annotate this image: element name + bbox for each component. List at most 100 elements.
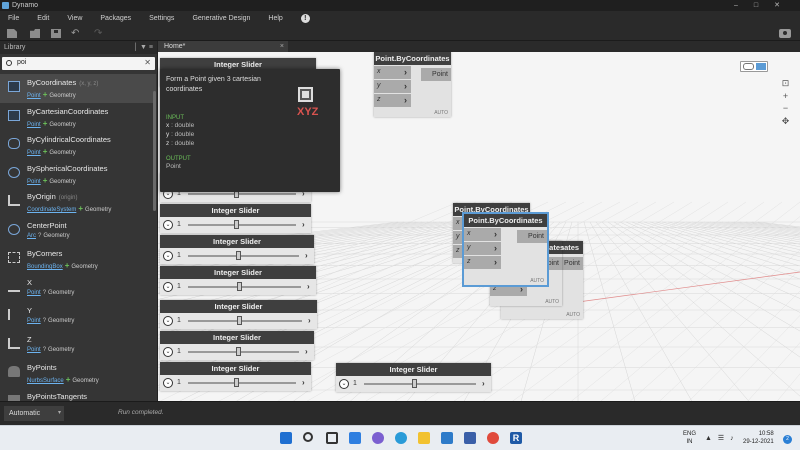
library-item[interactable]: ByCoordinates (x, y, z) Point + Geometry [0,74,156,103]
store-icon[interactable] [464,432,476,444]
expand-slider-button[interactable]: ⌄ [163,378,173,388]
slider-thumb[interactable] [235,251,241,260]
output-port-point[interactable]: Point [421,68,451,81]
expand-slider-button[interactable]: ⌄ [163,220,173,230]
library-item-input-type[interactable]: NurbsSurface [27,378,64,384]
expand-slider-button[interactable]: ⌄ [163,282,173,292]
output-port-chevron[interactable]: › [308,316,316,326]
slider-track[interactable] [188,382,296,384]
library-item[interactable]: ByPoints NurbsSurface + Geometry [0,359,156,388]
notification-badge[interactable]: 2 [783,435,792,444]
close-tab-icon[interactable]: × [280,41,284,52]
input-port-y[interactable]: y› [374,80,451,93]
library-item-input-type[interactable]: Point [27,318,41,324]
windows-start-icon[interactable] [280,432,292,444]
search-icon[interactable] [303,432,313,442]
mail-icon[interactable] [441,432,453,444]
integer-slider-node[interactable]: Integer Slider ⌄ 1 › [160,331,314,360]
output-port-chevron[interactable]: › [305,251,313,261]
library-item[interactable]: Y Point? Geometry [0,302,156,331]
menu-settings[interactable]: Settings [149,15,174,22]
pan-icon[interactable]: ✥ [780,116,791,127]
library-item-input-type[interactable]: Point [27,150,41,156]
open-file-icon[interactable] [30,29,40,38]
library-item-input-type[interactable]: Point [27,122,41,128]
clear-search-icon[interactable]: ✕ [144,58,151,67]
library-item[interactable]: ByCartesianCoordinates Point + Geometry [0,103,156,132]
output-port-chevron[interactable]: › [307,282,315,292]
expand-slider-button[interactable]: ⌄ [339,379,349,389]
tab-home[interactable]: Home* × [158,41,288,52]
library-search[interactable]: poi ✕ [2,57,155,70]
chat-icon[interactable] [372,432,384,444]
slider-track[interactable] [188,224,296,226]
library-item-input-type[interactable]: Point [27,93,41,99]
redo-icon[interactable]: ↷ [94,29,104,39]
run-mode-dropdown[interactable]: Automatic ▾ [4,406,64,421]
view-toggle-buttons[interactable] [740,61,768,72]
library-item[interactable]: ByOrigin (origin) CoordinateSystem + Geometr… [0,188,156,217]
integer-slider-node[interactable]: Integer Slider ⌄ 1 › [160,300,317,329]
library-item-input-type[interactable]: Point [27,347,41,353]
clock[interactable]: 10:58 29-12-2021 [743,430,774,446]
menu-help[interactable]: Help [268,15,282,22]
system-tray-icons[interactable]: ▲ ☰ ♪ [705,434,736,442]
screenshot-camera-icon[interactable] [779,29,791,38]
output-port-chevron[interactable]: › [302,378,310,388]
slider-track[interactable] [188,320,302,322]
zoom-to-fit-icon[interactable]: ⊡ [780,78,791,89]
library-item[interactable]: ByCorners BoundingBox + Geometry [0,245,156,274]
window-controls[interactable]: –□✕ [734,0,796,11]
menu-edit[interactable]: Edit [37,15,49,22]
library-item-input-type[interactable]: BoundingBox [27,264,63,270]
point-by-coordinates-node[interactable]: Point.ByCoordinatesx›y›z›PointAUTO [462,212,549,287]
integer-slider-node[interactable]: Integer Slider ⌄ 1 › [160,235,314,264]
integer-slider-node[interactable]: Integer Slider ⌄ 1 › [160,204,311,233]
input-port-z[interactable]: z› [374,94,451,107]
file-explorer-icon[interactable] [418,432,430,444]
slider-thumb[interactable] [234,220,240,229]
library-item-input-type[interactable]: Point [27,179,41,185]
slider-thumb[interactable] [235,347,241,356]
expand-slider-button[interactable]: ⌄ [163,347,173,357]
slider-thumb[interactable] [412,379,418,388]
undo-icon[interactable]: ↶ [71,29,81,39]
slider-thumb[interactable] [236,282,242,291]
output-port-point[interactable]: Point [517,230,547,243]
integer-slider-node[interactable]: Integer Slider ⌄ 1 › [336,363,491,392]
menu-packages[interactable]: Packages [100,15,131,22]
input-port-z[interactable]: z› [464,256,547,269]
menu-view[interactable]: View [67,15,82,22]
library-filter-icon[interactable]: │ ▼ ≡ [134,41,153,54]
integer-slider-node[interactable]: Integer Slider ⌄ 1 › [160,362,311,391]
slider-thumb[interactable] [234,378,240,387]
library-item[interactable]: CenterPoint Arc? Geometry [0,217,156,246]
library-item[interactable]: BySphericalCoordinates Point + Geometry [0,160,156,189]
slider-track[interactable] [188,193,296,195]
slider-track[interactable] [364,383,476,385]
input-port-y[interactable]: y› [464,242,547,255]
output-port-chevron[interactable]: › [305,347,313,357]
edge-browser-icon[interactable] [395,432,407,444]
library-item-input-type[interactable]: Point [27,290,41,296]
task-view-icon[interactable] [326,432,338,444]
slider-thumb[interactable] [237,316,243,325]
zoom-out-icon[interactable]: − [780,103,791,114]
save-icon[interactable] [51,29,61,38]
info-icon[interactable]: ! [300,14,310,23]
expand-slider-button[interactable]: ⌄ [163,316,173,326]
library-item[interactable]: ByCylindricalCoordinates Point + Geometry [0,131,156,160]
revit-icon[interactable]: R [510,432,522,444]
language-indicator[interactable]: ENG IN [683,430,696,446]
output-port-chevron[interactable]: › [302,220,310,230]
library-item-input-type[interactable]: CoordinateSystem [27,207,76,213]
chrome-icon[interactable] [487,432,499,444]
library-item-input-type[interactable]: Arc [27,233,36,239]
slider-track[interactable] [188,255,299,257]
slider-track[interactable] [188,351,299,353]
point-by-coordinates-node[interactable]: Point.ByCoordinatesx›y›z›PointAUTO [374,52,451,117]
widgets-icon[interactable] [349,432,361,444]
integer-slider-node[interactable]: Integer Slider ⌄ 1 › [160,266,316,295]
library-item[interactable]: X Point? Geometry [0,274,156,303]
library-item[interactable]: Z Point? Geometry [0,331,156,360]
